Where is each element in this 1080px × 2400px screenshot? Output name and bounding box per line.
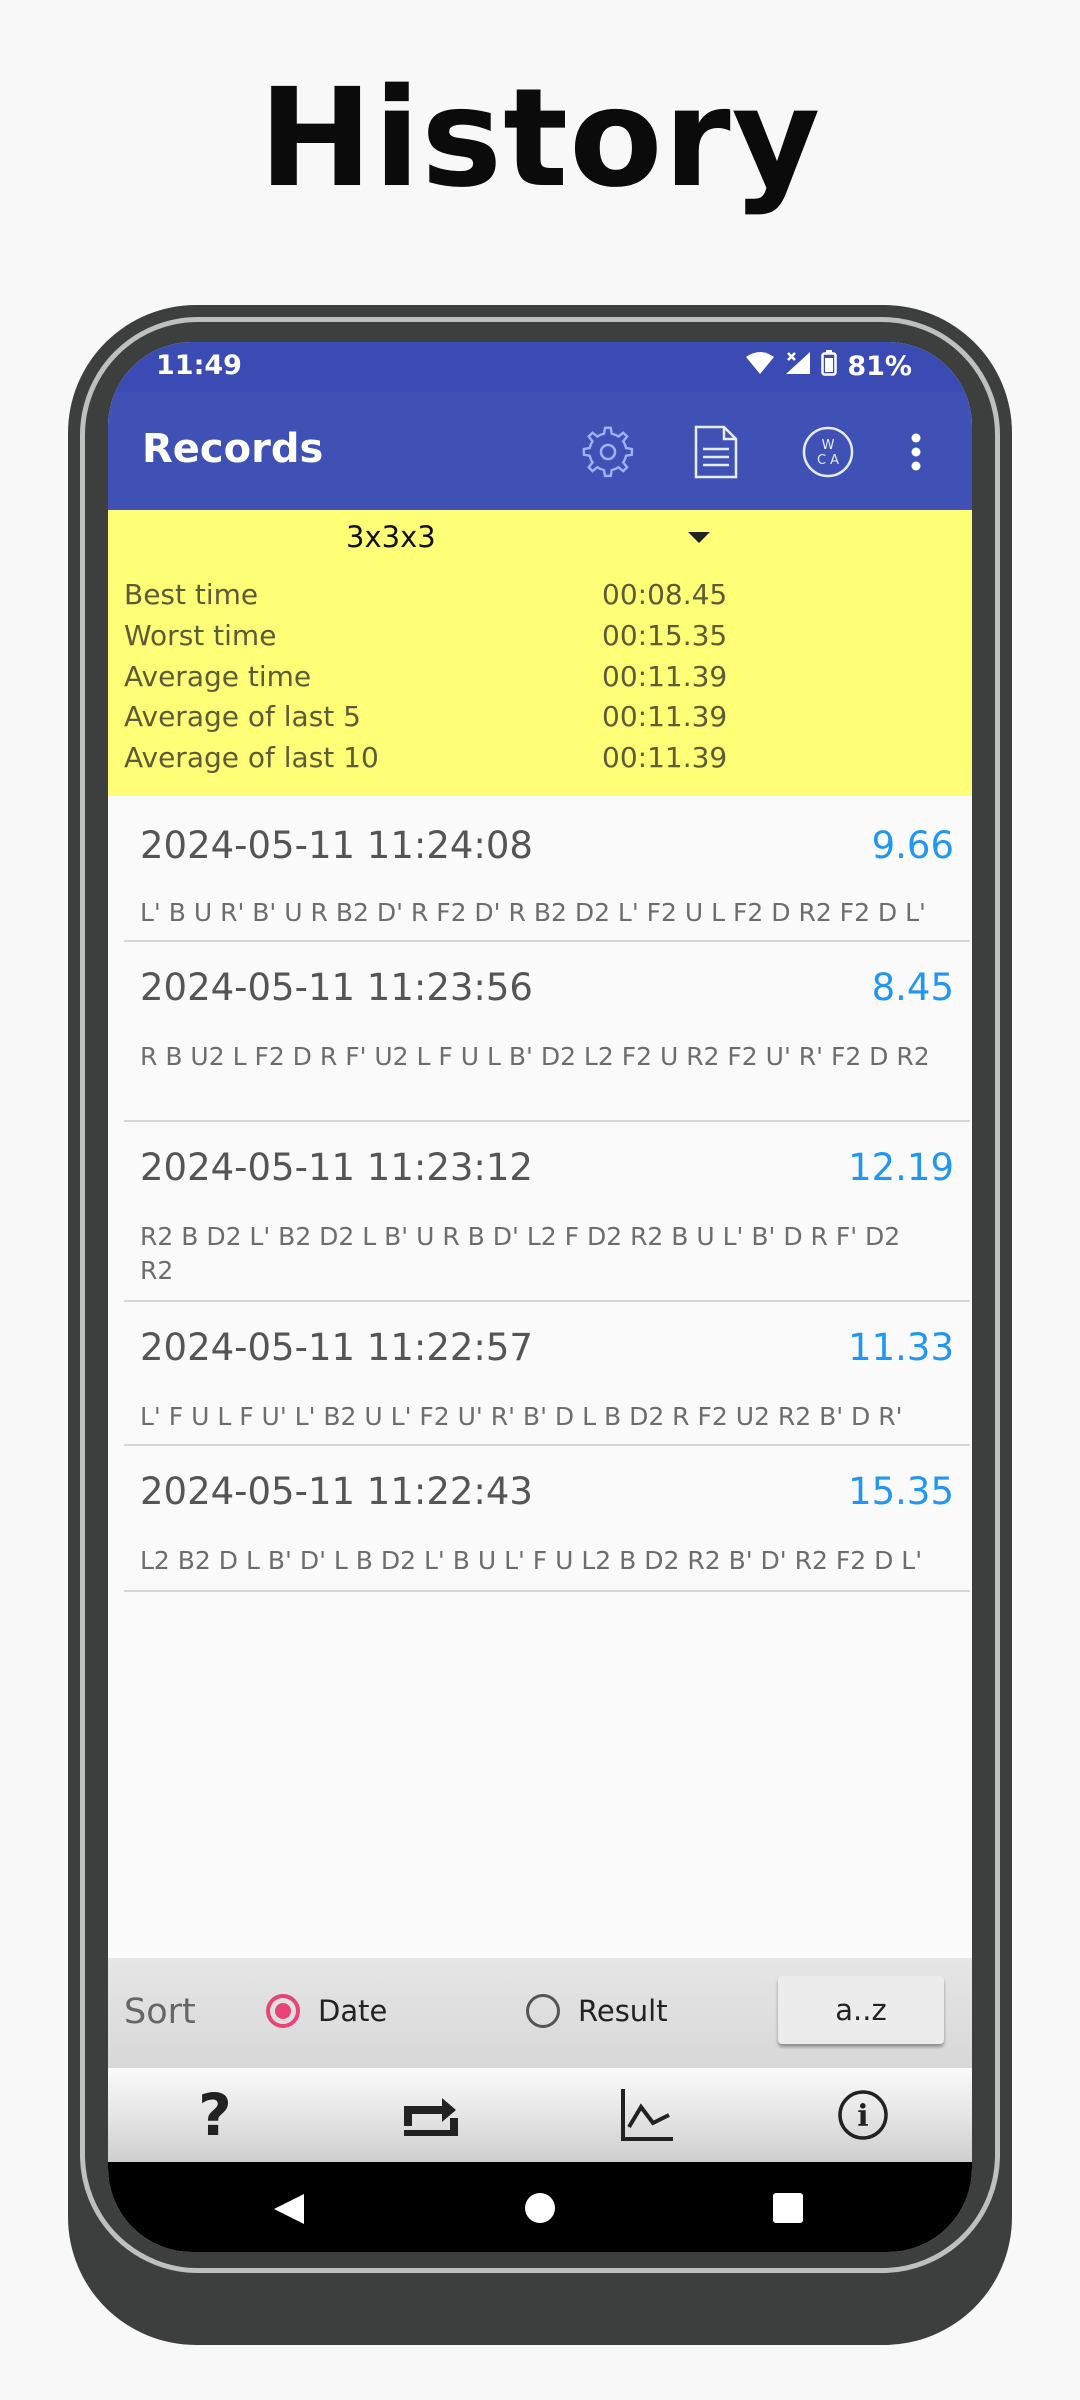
record-time: 9.66 — [871, 824, 954, 867]
record-time: 15.35 — [848, 1470, 954, 1513]
record-time: 11.33 — [848, 1326, 954, 1369]
record-scramble: L' F U L F U' L' B2 U L' F2 U' R' B' D L… — [140, 1402, 903, 1431]
info-glyph: i — [857, 2099, 868, 2134]
record-date: 2024-05-11 11:23:12 — [140, 1146, 533, 1189]
sort-date-radio[interactable] — [266, 1994, 300, 2028]
swap-icon[interactable] — [400, 2084, 462, 2146]
recents-icon[interactable] — [772, 2192, 804, 2228]
record-scramble: L' B U R' B' U R B2 D' R F2 D' R B2 D2 L… — [140, 898, 926, 927]
wca-icon[interactable]: W C A — [800, 424, 856, 480]
record-time: 12.19 — [848, 1146, 954, 1189]
stat-value: 00:11.39 — [602, 660, 728, 693]
sort-label: Sort — [124, 1992, 196, 2032]
record-item[interactable]: 2024-05-11 11:22:43 15.35 L2 B2 D L B' D… — [124, 1444, 970, 1592]
stat-average: Average time 00:11.39 — [124, 660, 944, 700]
battery-icon — [821, 350, 838, 383]
help-glyph: ? — [198, 2081, 232, 2149]
battery-level: 81% — [847, 351, 912, 382]
back-icon[interactable] — [272, 2192, 306, 2230]
help-icon[interactable]: ? — [184, 2084, 246, 2146]
stat-worst: Worst time 00:15.35 — [124, 619, 944, 659]
system-nav-bar — [108, 2162, 972, 2252]
sort-bar: Sort Date Result a..z — [108, 1958, 972, 2068]
status-bar: 11:49 81% — [108, 342, 972, 392]
chart-icon[interactable] — [616, 2084, 678, 2146]
page-title: History — [258, 60, 822, 218]
record-scramble: L2 B2 D L B' D' L B D2 L' B U L' F U L2 … — [140, 1546, 923, 1575]
signal-icon — [785, 351, 811, 382]
stat-label: Average of last 5 — [124, 700, 361, 733]
record-item[interactable]: 2024-05-11 11:23:12 12.19 R2 B D2 L' B2 … — [124, 1120, 970, 1302]
stat-average-last-10: Average of last 10 00:11.39 — [124, 741, 944, 781]
stat-label: Average of last 10 — [124, 741, 379, 774]
stat-value: 00:11.39 — [602, 700, 728, 733]
record-scramble: R B U2 L F2 D R F' U2 L F U L B' D2 L2 F… — [140, 1042, 930, 1071]
document-icon[interactable] — [688, 424, 744, 480]
bottom-toolbar: ? i — [108, 2068, 972, 2162]
record-item[interactable]: 2024-05-11 11:23:56 8.45 R B U2 L F2 D R… — [124, 940, 970, 1122]
info-icon[interactable]: i — [832, 2084, 894, 2146]
sort-date-label[interactable]: Date — [318, 1994, 387, 2028]
wifi-icon — [745, 351, 775, 382]
app-bar: Records W C A — [108, 392, 972, 510]
record-date: 2024-05-11 11:23:56 — [140, 966, 533, 1009]
wca-bottom-letters: C A — [817, 453, 839, 468]
puzzle-dropdown[interactable]: 3x3x3 — [108, 510, 972, 566]
home-icon[interactable] — [524, 2192, 556, 2228]
record-item[interactable]: 2024-05-11 11:24:08 9.66 L' B U R' B' U … — [124, 796, 970, 942]
sort-result-label[interactable]: Result — [578, 1994, 668, 2028]
record-scramble: R2 B D2 L' B2 D2 L B' U R B D' L2 F D2 R… — [140, 1222, 901, 1285]
stat-value: 00:08.45 — [602, 578, 728, 611]
record-date: 2024-05-11 11:22:43 — [140, 1470, 533, 1513]
settings-gear-icon[interactable] — [580, 424, 636, 480]
dropdown-arrow-icon — [688, 532, 710, 543]
sort-order-button[interactable]: a..z — [778, 1976, 944, 2044]
stat-label: Worst time — [124, 619, 277, 652]
stat-average-last-5: Average of last 5 00:11.39 — [124, 700, 944, 740]
stat-best: Best time 00:08.45 — [124, 578, 944, 618]
more-vert-icon[interactable] — [896, 424, 936, 480]
record-date: 2024-05-11 11:22:57 — [140, 1326, 533, 1369]
puzzle-selected: 3x3x3 — [346, 520, 436, 554]
sort-result-radio[interactable] — [526, 1994, 560, 2028]
record-item[interactable]: 2024-05-11 11:22:57 11.33 L' F U L F U' … — [124, 1300, 970, 1446]
record-time: 8.45 — [871, 966, 954, 1009]
stats-panel: 3x3x3 Best time 00:08.45 Worst time 00:1… — [108, 510, 972, 796]
app-title: Records — [142, 426, 324, 472]
stat-value: 00:15.35 — [602, 619, 728, 652]
stat-label: Best time — [124, 578, 259, 611]
wca-top-letter: W — [822, 438, 835, 453]
phone-screen: 11:49 81% Records W C A 3x3x3 Best time … — [108, 342, 972, 2252]
stat-value: 00:11.39 — [602, 741, 728, 774]
status-time: 11:49 — [156, 350, 242, 381]
stat-label: Average time — [124, 660, 312, 693]
status-icons: 81% — [745, 350, 912, 383]
record-date: 2024-05-11 11:24:08 — [140, 824, 533, 867]
